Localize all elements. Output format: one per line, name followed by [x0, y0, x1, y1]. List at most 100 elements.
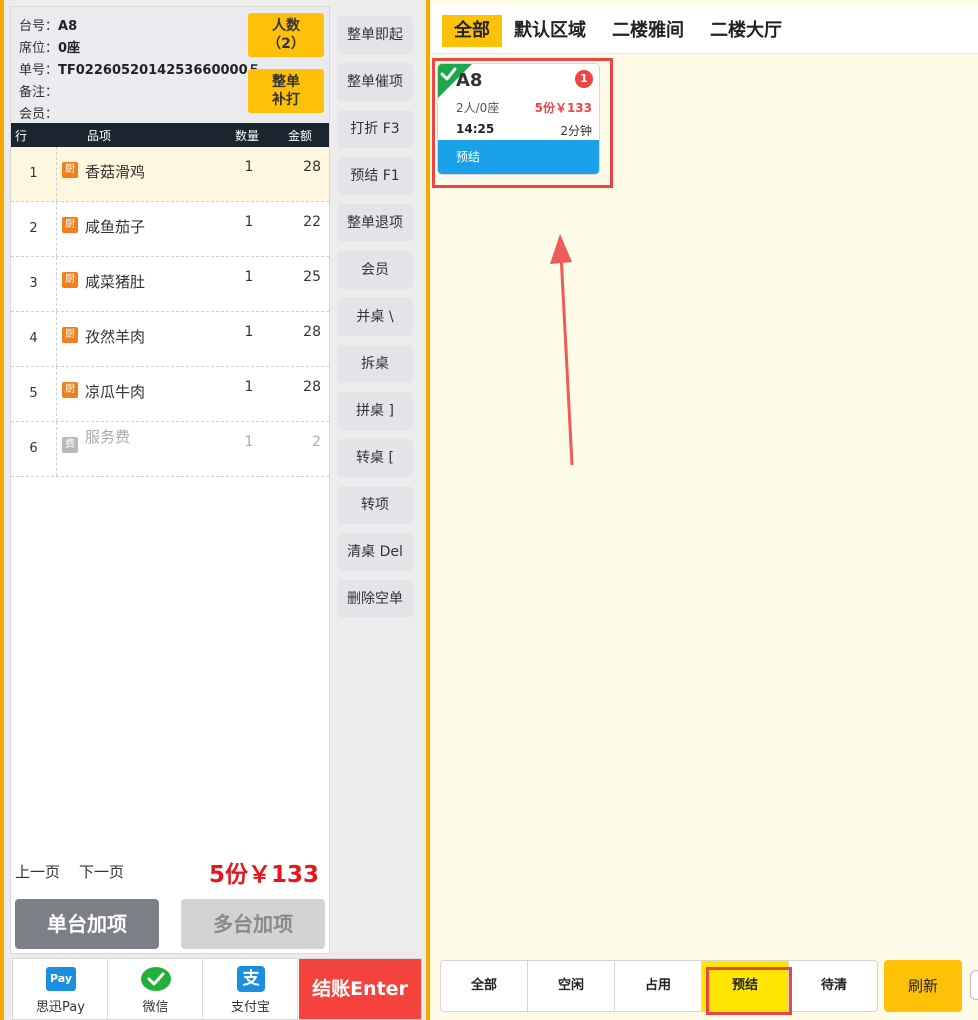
item-amount: 25: [303, 269, 321, 285]
header-item: 品项: [87, 129, 112, 143]
next-page-link[interactable]: 下一页: [79, 861, 124, 882]
item-amount: 28: [303, 159, 321, 175]
wechat-pay-button[interactable]: 微信: [108, 959, 203, 1019]
header-qty: 数量: [235, 129, 260, 143]
order-info: 台号：A8 席位：0座 单号：TF0226052014253660000５ 备注…: [11, 7, 329, 123]
wechat-pay-label: 微信: [142, 1000, 169, 1015]
transfer-table-button[interactable]: 转桌 [: [337, 439, 413, 477]
people-count-button[interactable]: 人数 （2）: [248, 13, 324, 57]
order-panel: 台号：A8 席位：0座 单号：TF0226052014253660000５ 备注…: [10, 6, 330, 954]
delete-empty-order-button[interactable]: 删除空单: [337, 580, 413, 618]
wechat-icon: [140, 966, 172, 992]
kitchen-badge-icon: 厨: [62, 217, 78, 233]
reprint-label-2: 补打: [272, 92, 300, 108]
filter-idle[interactable]: 空闲: [528, 961, 615, 1011]
reprint-bill-button[interactable]: 整单 补打: [248, 69, 324, 113]
people-count-value: （2）: [267, 36, 305, 52]
clear-table-button[interactable]: 清桌 Del: [337, 533, 413, 571]
annotation-arrow-icon: [550, 234, 574, 466]
tab-all[interactable]: 全部: [442, 15, 502, 47]
item-name: 香菇滑鸡: [85, 163, 146, 181]
card-status-bar: 预结: [438, 140, 599, 174]
single-table-add-button[interactable]: 单台加项: [15, 899, 159, 949]
tab-second-floor-hall[interactable]: 二楼大厅: [710, 15, 782, 47]
row-number: 6: [11, 422, 57, 476]
row-number: 2: [11, 202, 57, 256]
refresh-button[interactable]: 刷新: [884, 960, 962, 1012]
prev-page-link[interactable]: 上一页: [15, 861, 60, 882]
seat-info: 席位：0座: [19, 41, 81, 56]
reprint-label-1: 整单: [272, 74, 300, 90]
table-number: 台号：A8: [19, 19, 78, 34]
item-name: 咸菜猪肚: [85, 273, 146, 291]
service-fee-badge-icon: 费: [62, 437, 78, 453]
payment-bar: Pay 思迅Pay 微信 支 支付宝 结账Enter: [12, 958, 422, 1020]
sixun-pay-button[interactable]: Pay 思迅Pay: [13, 959, 108, 1019]
table-row[interactable]: 3 厨 咸菜猪肚 1 25: [11, 257, 329, 312]
header-amount: 金额: [288, 129, 313, 143]
table-row[interactable]: 5 厨 凉瓜牛肉 1 28: [11, 367, 329, 422]
filter-highlight-box: [706, 967, 792, 1015]
member-field: 会员：: [19, 107, 59, 122]
row-number: 5: [11, 367, 57, 421]
item-qty: 1: [244, 159, 254, 175]
card-table-name: A8: [456, 70, 483, 91]
item-name: 咸鱼茄子: [85, 218, 146, 236]
item-name: 孜然羊肉: [85, 328, 146, 346]
rush-all-button[interactable]: 整单催项: [337, 63, 413, 101]
row-number: 4: [11, 312, 57, 366]
kitchen-badge-icon: 厨: [62, 382, 78, 398]
card-amount: 5份￥133: [534, 101, 592, 115]
checkout-button[interactable]: 结账Enter: [299, 959, 421, 1019]
alipay-button[interactable]: 支 支付宝: [203, 959, 298, 1019]
kitchen-badge-icon: 厨: [62, 327, 78, 343]
item-qty: 1: [244, 379, 254, 395]
multi-table-add-button[interactable]: 多台加项: [181, 899, 325, 949]
item-amount: 22: [303, 214, 321, 230]
pre-settle-button[interactable]: 预结 F1: [337, 157, 413, 195]
filter-to-clear[interactable]: 待清: [789, 961, 877, 1011]
table-card-a8[interactable]: A8 1 2人/0座 5份￥133 14:25 2分钟 预结: [437, 63, 600, 175]
filter-occupied[interactable]: 占用: [615, 961, 702, 1011]
item-qty: 1: [244, 434, 254, 450]
status-filter-bar: 全部 空闲 占用 预结 待清: [440, 960, 878, 1012]
item-amount: 28: [303, 324, 321, 340]
bill-number: 单号：TF0226052014253660000５: [19, 63, 261, 78]
items-table-header: 行 品项 数量 金额: [11, 123, 329, 147]
card-count-badge: 1: [575, 70, 593, 88]
tab-default-area[interactable]: 默认区域: [514, 15, 586, 47]
card-duration: 2分钟: [560, 124, 592, 138]
transfer-item-button[interactable]: 转项: [337, 486, 413, 524]
item-name: 服务费: [85, 428, 131, 446]
edge-scroll-handle[interactable]: [970, 970, 978, 1000]
discount-button[interactable]: 打折 F3: [337, 110, 413, 148]
item-qty: 1: [244, 269, 254, 285]
kitchen-badge-icon: 厨: [62, 272, 78, 288]
alipay-label: 支付宝: [230, 1000, 270, 1015]
card-people: 2人/0座: [456, 101, 500, 115]
return-all-button[interactable]: 整单退项: [337, 204, 413, 242]
header-row: 行: [15, 129, 28, 143]
table-row[interactable]: 1 厨 香菇滑鸡 1 28: [11, 147, 329, 202]
item-qty: 1: [244, 324, 254, 340]
item-name: 凉瓜牛肉: [85, 383, 146, 401]
fire-all-button[interactable]: 整单即起: [337, 16, 413, 54]
order-total: 5份￥133: [208, 862, 319, 888]
tab-second-floor-private[interactable]: 二楼雅间: [612, 15, 684, 47]
row-number: 1: [11, 147, 57, 201]
table-row[interactable]: 6 费 服务费 1 2: [11, 422, 329, 477]
area-tabs: 全部 默认区域 二楼雅间 二楼大厅: [432, 6, 978, 54]
kitchen-badge-icon: 厨: [62, 162, 78, 178]
note-field: 备注：: [19, 85, 59, 100]
merge-table-button[interactable]: 并桌 \: [337, 298, 413, 336]
table-row[interactable]: 4 厨 孜然羊肉 1 28: [11, 312, 329, 367]
people-count-label: 人数: [272, 18, 300, 34]
filter-all[interactable]: 全部: [441, 961, 528, 1011]
split-table-button[interactable]: 拆桌: [337, 345, 413, 383]
join-table-button[interactable]: 拼桌 ]: [337, 392, 413, 430]
alipay-icon: 支: [237, 966, 265, 992]
table-row[interactable]: 2 厨 咸鱼茄子 1 22: [11, 202, 329, 257]
sixun-pay-icon: Pay: [46, 967, 76, 991]
row-number: 3: [11, 257, 57, 311]
member-button[interactable]: 会员: [337, 251, 413, 289]
